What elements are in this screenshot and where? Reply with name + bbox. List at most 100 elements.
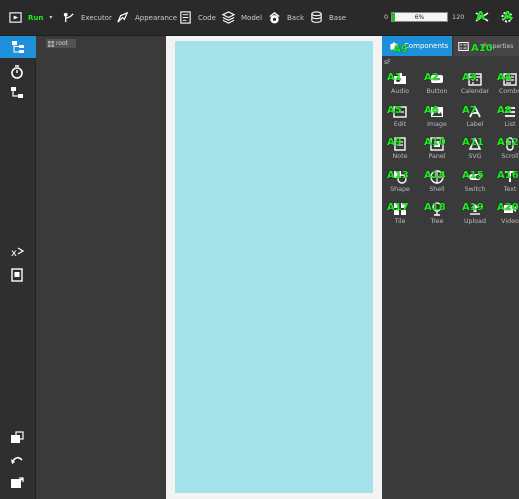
component-label: Panel <box>428 153 446 160</box>
audio-icon <box>393 71 407 85</box>
component-label: Audio <box>391 88 409 95</box>
tab-components[interactable]: Components <box>382 36 452 56</box>
scroll-icon <box>503 136 517 151</box>
component-switch[interactable]: Switch A15 <box>460 169 490 199</box>
component-label: Button <box>426 88 448 95</box>
code-button[interactable]: Code <box>179 11 216 24</box>
shuffle-button[interactable] <box>475 10 489 24</box>
component-label: Scroll <box>501 153 519 160</box>
tab-properties-label: Properties <box>483 42 514 50</box>
component-label: Image <box>427 121 447 128</box>
component-label: Shell <box>429 186 445 193</box>
switch-icon <box>468 169 482 183</box>
puzzle-icon <box>390 42 398 50</box>
appearance-button[interactable]: Appearance <box>116 11 177 24</box>
variables-icon: x <box>11 247 24 259</box>
component-label: Note <box>392 153 408 160</box>
zoom-max: 120 <box>452 13 465 21</box>
component-label[interactable]: Label A7 <box>460 104 490 134</box>
edit-icon <box>393 104 407 118</box>
executor-icon <box>63 12 74 23</box>
chevron-down-icon: ▾ <box>49 14 53 21</box>
component-button[interactable]: Button A2 <box>422 71 452 101</box>
combo-icon <box>503 71 517 86</box>
tree-node-root[interactable]: root <box>46 39 76 48</box>
component-upload[interactable]: Upload A19 <box>460 201 490 231</box>
sidebar-item-timer[interactable] <box>10 65 26 81</box>
gear-icon <box>501 11 513 23</box>
executor-button[interactable]: Executor <box>62 11 112 24</box>
sidebar-item-package[interactable] <box>10 431 26 447</box>
component-label: Label <box>466 121 484 128</box>
component-svg[interactable]: SVG A11 <box>460 136 490 166</box>
component-tile[interactable]: Tile A17 <box>385 201 415 231</box>
device-screen[interactable] <box>175 41 373 493</box>
sitemap-icon <box>12 41 24 53</box>
grid-icon <box>48 40 54 47</box>
base-label: Base <box>329 13 347 22</box>
run-button[interactable]: Run ▾ <box>9 11 52 24</box>
sidebar-item-structure[interactable] <box>0 36 36 58</box>
tree-icon <box>430 201 444 216</box>
base-button[interactable]: Base <box>310 11 346 24</box>
component-combo[interactable]: Combo A4 <box>495 71 519 101</box>
image-icon <box>430 104 444 118</box>
component-text[interactable]: Text A16 <box>495 169 519 199</box>
tile-icon <box>393 201 407 215</box>
component-note[interactable]: Note A9 <box>385 136 415 166</box>
model-button[interactable]: Model <box>222 11 262 24</box>
list-icon <box>503 104 517 118</box>
code-icon <box>180 11 191 24</box>
component-label: Combo <box>498 88 519 95</box>
timer-icon <box>11 65 23 79</box>
sidebar-item-document[interactable] <box>10 268 26 284</box>
component-video[interactable]: Video A20 <box>495 201 519 231</box>
zoom-min: 0 <box>384 13 389 21</box>
text-icon <box>503 169 517 183</box>
component-shape[interactable]: Shape A13 <box>385 169 415 199</box>
svg-icon <box>468 136 482 150</box>
component-scroll[interactable]: Scroll A12 <box>495 136 519 166</box>
zoom-slider[interactable]: 6% <box>391 12 448 22</box>
component-shell[interactable]: Shell A14 <box>422 169 452 199</box>
run-label: Run <box>28 13 44 22</box>
sidebar-item-hierarchy[interactable] <box>10 86 26 102</box>
upload-icon <box>468 201 482 215</box>
hierarchy-icon <box>11 87 23 98</box>
back-button[interactable]: Back <box>268 11 304 24</box>
sidebar-item-undo[interactable] <box>10 453 26 469</box>
section-label: sF <box>384 59 391 66</box>
component-panel[interactable]: Panel A10 <box>422 136 452 166</box>
svg-text:x: x <box>11 248 17 259</box>
component-label: Upload <box>463 218 487 225</box>
sidebar: x <box>0 36 36 499</box>
sidebar-item-variables[interactable]: x <box>10 245 26 261</box>
play-window-icon <box>9 12 22 23</box>
back-label: Back <box>287 13 304 22</box>
appearance-icon <box>117 11 129 23</box>
tab-components-label: Components <box>404 42 449 50</box>
component-label: SVG <box>468 153 482 160</box>
tab-properties[interactable]: Properties <box>454 36 519 56</box>
zoom-value: 6% <box>414 14 425 21</box>
component-list[interactable]: List A8 <box>495 104 519 134</box>
settings-button[interactable] <box>500 10 514 24</box>
properties-icon <box>458 41 469 51</box>
component-audio[interactable]: Audio A1 <box>385 71 415 101</box>
component-label: Shape <box>390 186 410 193</box>
component-edit[interactable]: Edit A5 <box>385 104 415 134</box>
component-image[interactable]: Image A6 <box>422 104 452 134</box>
button-icon <box>430 71 444 85</box>
component-calendar[interactable]: Calendar A3 <box>460 71 490 101</box>
component-tree[interactable]: Tree A18 <box>422 201 452 231</box>
calendar-icon <box>468 71 482 86</box>
appearance-label: Appearance <box>135 13 178 22</box>
component-label: Switch <box>464 186 486 193</box>
right-panel: Components Properties A9 A10 sF Audio A1 B… <box>382 36 519 499</box>
sidebar-item-export[interactable] <box>10 476 26 492</box>
design-canvas <box>166 36 382 499</box>
component-tree: root <box>36 36 166 499</box>
toolbar: Run ▾ Executor Appearance Code Model Bac… <box>0 0 519 36</box>
component-label: Video <box>501 218 519 225</box>
video-icon <box>503 201 517 215</box>
